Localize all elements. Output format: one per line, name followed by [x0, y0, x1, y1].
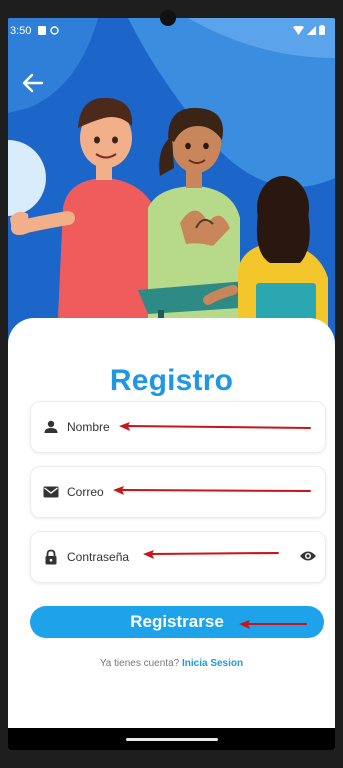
notification-icon	[38, 26, 46, 35]
email-icon	[43, 486, 59, 498]
status-icons	[293, 25, 325, 35]
person-icon	[44, 420, 58, 433]
arrow-left-icon[interactable]	[20, 70, 46, 96]
password-field-label: Contraseña	[67, 550, 130, 564]
status-time: 3:50	[10, 25, 32, 37]
name-field-label: Nombre	[67, 420, 110, 434]
name-field[interactable]: Nombre	[30, 401, 326, 453]
email-field-label: Correo	[67, 485, 104, 499]
register-button[interactable]: Registrarse	[30, 606, 324, 638]
navigation-bar	[8, 728, 335, 750]
page-title: Registro	[109, 364, 234, 397]
battery-icon	[319, 25, 325, 35]
login-prompt: Ya tienes cuenta? Inicia Sesion	[8, 658, 335, 669]
sync-icon	[50, 26, 59, 35]
home-gesture-handle[interactable]	[126, 738, 218, 741]
lock-icon	[45, 549, 57, 565]
hero-illustration	[8, 18, 335, 348]
login-prompt-text: Ya tienes cuenta?	[99, 658, 180, 669]
eye-icon[interactable]	[299, 549, 317, 563]
app-screen: 3:50 Registro Nombre Correo Contraseña R…	[8, 18, 335, 750]
phone-frame: 3:50 Registro Nombre Correo Contraseña R…	[0, 0, 343, 768]
front-camera	[160, 10, 176, 26]
password-field[interactable]: Contraseña	[30, 531, 326, 583]
wifi-icon	[293, 25, 304, 35]
email-field[interactable]: Correo	[30, 466, 326, 518]
signal-icon	[307, 25, 316, 35]
login-link[interactable]: Inicia Sesion	[182, 658, 243, 669]
